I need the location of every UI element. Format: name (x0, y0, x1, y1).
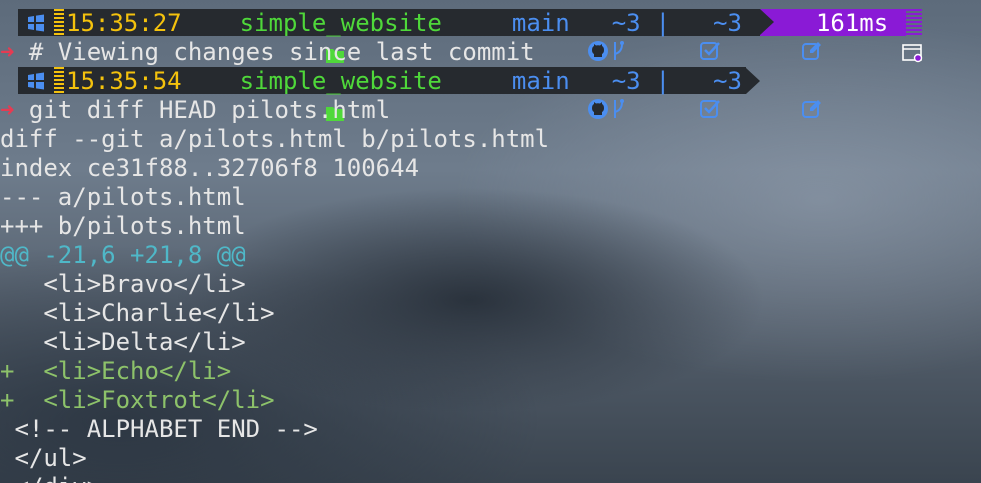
terminal-window[interactable]: 15:35:27 simple_website main ~3 | ~3 161… (0, 0, 981, 483)
command-line-2: ➜ git diff HEAD pilots.html (0, 96, 390, 125)
diff-added-line: + <li>Echo</li> (0, 357, 232, 385)
diff-new-file-line: +++ b/pilots.html (0, 212, 246, 240)
windows-icon (18, 9, 54, 36)
diff-context-line: <li>Bravo</li> (0, 270, 246, 298)
prompt-time: 15:35:27 (66, 8, 182, 37)
segment-chevron (759, 9, 774, 35)
diff-added-line: + <li>Foxtrot</li> (0, 386, 275, 414)
git-branch-icon (496, 70, 625, 118)
status-separator: | (655, 8, 671, 37)
modified-count: ~3 (713, 8, 742, 37)
command-line-1: ➜ # Viewing changes since last commit (0, 38, 535, 67)
prompt-bar-2: 15:35:54 simple_website main ~3 | ~3 (18, 66, 821, 121)
command-text: # Viewing changes since last commit (28, 38, 535, 66)
diff-context-line: <!-- ALPHABET END --> (0, 415, 318, 443)
segment-divider (906, 9, 923, 36)
github-icon (472, 70, 609, 119)
checkbox-icon (584, 70, 721, 118)
prompt-time: 15:35:54 (66, 66, 182, 95)
status-separator: | (655, 66, 671, 95)
github-icon (472, 12, 609, 61)
exec-time-segment: 161ms (759, 8, 922, 62)
diff-context-line: <li>Delta</li> (0, 328, 246, 356)
diff-old-file-line: --- a/pilots.html (0, 183, 246, 211)
prompt-branch: main (511, 66, 570, 95)
diff-index-line: index ce31f88..32706f8 100644 (0, 154, 420, 182)
staged-count: ~3 (611, 66, 641, 95)
edit-icon (685, 70, 821, 118)
segment-divider (54, 67, 64, 94)
diff-context-line: </ul> (0, 444, 87, 472)
folder-icon (210, 72, 345, 121)
stopwatch-icon (786, 13, 922, 62)
prompt-folder: simple_website (239, 8, 442, 37)
segment-chevron (745, 67, 760, 94)
edit-icon (685, 12, 821, 60)
exec-time: 161ms (815, 8, 889, 37)
modified-count: ~3 (713, 66, 742, 95)
prompt-folder: simple_website (239, 66, 442, 95)
diff-hunk-header: @@ -21,6 +21,8 @@ (0, 241, 246, 269)
prompt-segment: 15:35:27 simple_website main ~3 | ~3 (18, 8, 821, 63)
prompt-arrow: ➜ (0, 96, 15, 124)
diff-context-line: </div> (0, 473, 101, 483)
prompt-segment: 15:35:54 simple_website main ~3 | ~3 (18, 66, 821, 121)
segment-divider (54, 9, 64, 36)
git-branch-icon (496, 12, 625, 60)
checkbox-icon (584, 12, 721, 60)
diff-context-line: <li>Charlie</li> (0, 299, 275, 327)
diff-header-line: diff --git a/pilots.html b/pilots.html (0, 125, 550, 153)
folder-icon (210, 14, 345, 63)
windows-icon (18, 67, 54, 94)
command-text: git diff HEAD pilots.html (28, 96, 391, 124)
prompt-arrow: ➜ (0, 38, 15, 66)
prompt-branch: main (511, 8, 570, 37)
staged-count: ~3 (611, 8, 641, 37)
prompt-bar-1: 15:35:27 simple_website main ~3 | ~3 161… (18, 8, 923, 63)
